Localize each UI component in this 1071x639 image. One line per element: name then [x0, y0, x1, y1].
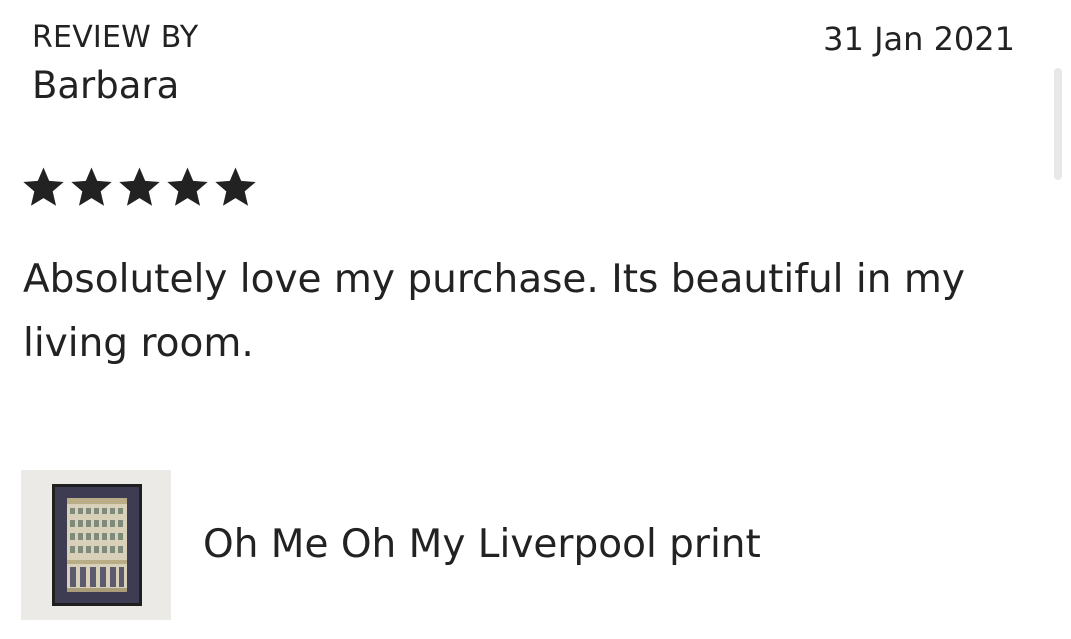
review-text: Absolutely love my purchase. Its beautif…	[23, 257, 965, 366]
reviewer-name: Barbara	[32, 64, 180, 107]
product-thumbnail[interactable]	[21, 470, 171, 620]
star-icon	[167, 167, 208, 206]
review-by-label: REVIEW BY	[32, 20, 199, 55]
product-title-link[interactable]: Oh Me Oh My Liverpool print	[203, 520, 761, 570]
star-rating	[20, 164, 259, 211]
star-icon	[215, 167, 256, 206]
star-icon	[119, 167, 160, 206]
scrollbar[interactable]	[1054, 68, 1062, 180]
framed-building-print-image	[52, 484, 142, 606]
star-icon	[71, 167, 112, 206]
star-icon	[23, 167, 64, 206]
review-date: 31 Jan 2021	[823, 20, 1015, 58]
